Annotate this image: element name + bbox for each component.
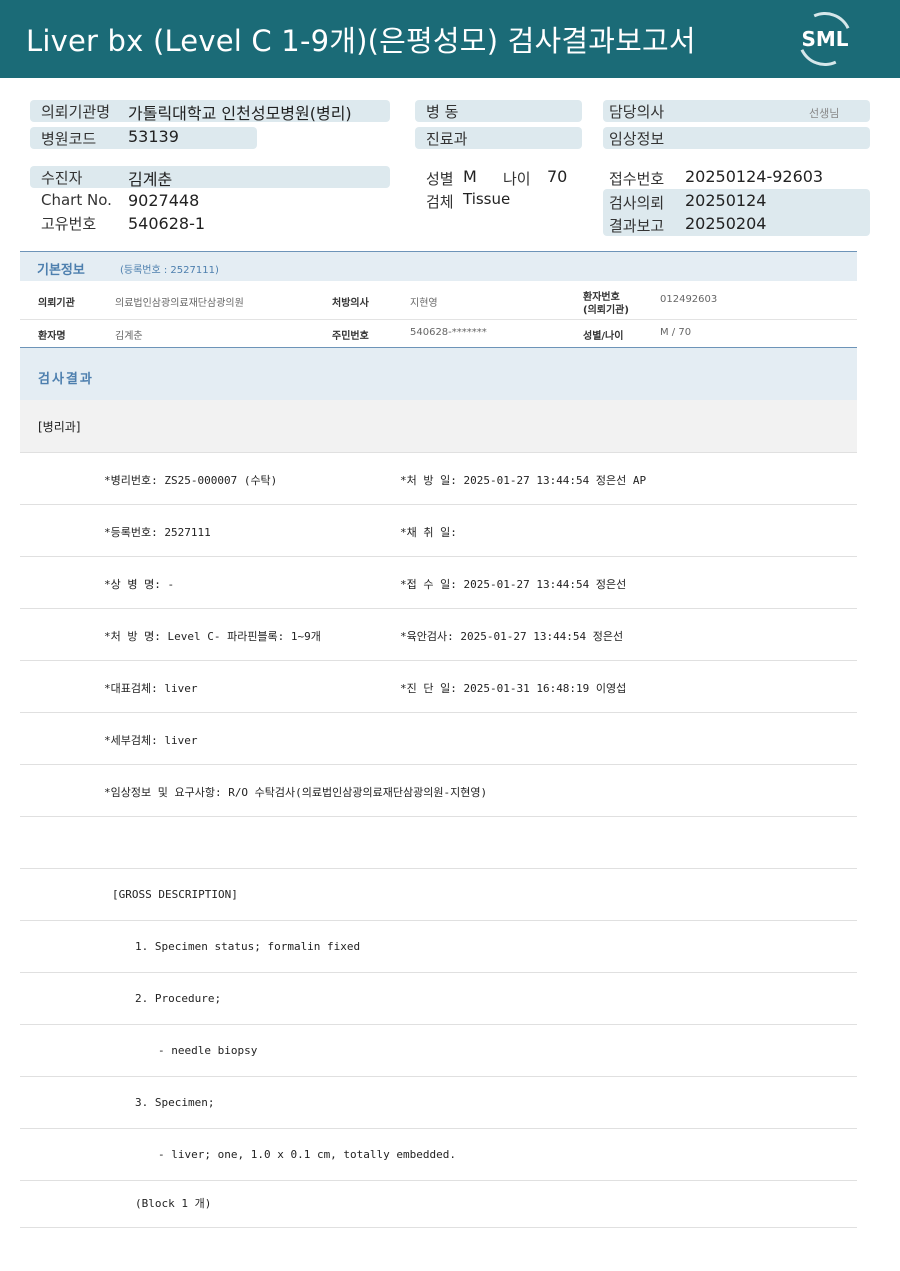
specimen-value: Tissue	[463, 190, 511, 208]
result-cell-left: *대표검체: liver	[104, 682, 198, 695]
inst-val: 의료법인삼광의료재단삼광의원	[115, 298, 244, 309]
receipt-value: 20250124-92603	[685, 167, 824, 186]
gross-line: (Block 1 개)	[135, 1197, 212, 1210]
specimen-label: 검체	[426, 193, 454, 211]
rrn-val: 540628-*******	[410, 327, 487, 338]
gross-row: - liver; one, 1.0 x 0.1 cm, totally embe…	[20, 1129, 857, 1181]
basic-info-title: 기본정보	[37, 263, 85, 278]
basic-info-reg-no: (등록번호 : 2527111)	[120, 265, 219, 276]
inst-key: 의뢰기관	[38, 298, 75, 309]
clinical-info-label: 임상정보	[609, 130, 665, 148]
name-val: 김계춘	[115, 331, 143, 342]
department-name: [병리과]	[38, 420, 81, 434]
hospital-code-label: 병원코드	[41, 130, 97, 148]
age-value: 70	[547, 167, 568, 186]
institution-value: 가톨릭대학교 인천성모병원(병리)	[128, 104, 352, 123]
patient-pill	[30, 166, 390, 188]
patient-label: 수진자	[41, 169, 83, 187]
gross-row: 1. Specimen status; formalin fixed	[20, 921, 857, 973]
result-cell-left: *세부검체: liver	[104, 734, 198, 747]
sex-label: 성별	[426, 170, 454, 188]
result-cell-right: *채 취 일:	[400, 526, 457, 539]
result-row-empty	[20, 817, 857, 869]
unique-no-label: 고유번호	[41, 215, 97, 233]
result-row: *대표검체: liver *진 단 일: 2025-01-31 16:48:19…	[20, 661, 857, 713]
sexage-val: M / 70	[660, 327, 692, 338]
report-date-label: 결과보고	[609, 217, 665, 235]
gross-row: (Block 1 개)	[20, 1181, 857, 1228]
presc-val: 지현영	[410, 298, 438, 309]
result-cell-left: *처 방 명: Level C- 파라핀블록: 1~9개	[104, 630, 321, 643]
gross-line: 2. Procedure;	[135, 992, 222, 1005]
age-label: 나이	[503, 170, 531, 188]
report-header: Liver bx (Level C 1-9개)(은평성모) 검사결과보고서 SM…	[0, 0, 900, 78]
department-row: [병리과]	[20, 400, 857, 453]
results-header: 검사결과	[20, 347, 857, 400]
result-cell-left: *임상정보 및 요구사항: R/O 수탁검사(의료법인삼광의료재단삼광의원-지현…	[104, 786, 488, 799]
chart-no-label: Chart No.	[41, 191, 112, 209]
gross-row: 2. Procedure;	[20, 973, 857, 1025]
result-cell-left: *등록번호: 2527111	[104, 526, 211, 539]
ptno-key-2: (의뢰기관)	[583, 305, 629, 316]
result-cell-right: *육안검사: 2025-01-27 13:44:54 정은선	[400, 630, 624, 643]
result-cell-left: *병리번호: ZS25-000007 (수탁)	[104, 474, 278, 487]
result-cell-right: *처 방 일: 2025-01-27 13:44:54 정은선 AP	[400, 474, 647, 487]
request-value: 20250124	[685, 191, 767, 210]
sml-logo: SML	[790, 4, 860, 74]
institution-label: 의뢰기관명	[41, 103, 111, 121]
result-row: *처 방 명: Level C- 파라핀블록: 1~9개 *육안검사: 2025…	[20, 609, 857, 661]
basic-info-header: 기본정보 (등록번호 : 2527111)	[20, 251, 857, 281]
chart-no-value: 9027448	[128, 191, 200, 210]
gross-line: - needle biopsy	[158, 1044, 258, 1057]
name-key: 환자명	[38, 331, 66, 342]
unique-no-value: 540628-1	[128, 214, 206, 233]
patient-name: 김계춘	[128, 170, 173, 189]
gross-line: - liver; one, 1.0 x 0.1 cm, totally embe…	[158, 1148, 457, 1161]
ward-label: 병 동	[426, 103, 459, 121]
result-row: *병리번호: ZS25-000007 (수탁) *처 방 일: 2025-01-…	[20, 453, 857, 505]
sex-value: M	[463, 167, 477, 186]
rrn-key: 주민번호	[332, 331, 369, 342]
result-row: *세부검체: liver	[20, 713, 857, 765]
doctor-label: 담당의사	[609, 103, 665, 121]
ptno-val: 012492603	[660, 294, 718, 305]
presc-key: 처방의사	[332, 298, 369, 309]
gross-row: 3. Specimen;	[20, 1077, 857, 1129]
report-title: Liver bx (Level C 1-9개)(은평성모) 검사결과보고서	[26, 24, 696, 58]
department-label: 진료과	[426, 130, 468, 148]
result-row: *임상정보 및 요구사항: R/O 수탁검사(의료법인삼광의료재단삼광의원-지현…	[20, 765, 857, 817]
hospital-code-value: 53139	[128, 127, 179, 146]
gross-row: [GROSS DESCRIPTION]	[20, 869, 857, 921]
request-label: 검사의뢰	[609, 194, 665, 212]
doctor-suffix: 선생님	[809, 107, 840, 120]
result-row: *등록번호: 2527111 *채 취 일:	[20, 505, 857, 557]
result-cell-right: *진 단 일: 2025-01-31 16:48:19 이영섭	[400, 682, 627, 695]
sexage-key: 성별/나이	[583, 331, 624, 342]
result-cell-right: *접 수 일: 2025-01-27 13:44:54 정은선	[400, 578, 627, 591]
basic-info-divider	[20, 319, 857, 320]
result-cell-left: *상 병 명: -	[104, 578, 175, 591]
gross-line: 3. Specimen;	[135, 1096, 215, 1109]
logo-text: SML	[801, 27, 849, 51]
report-date-value: 20250204	[685, 214, 767, 233]
results-title: 검사결과	[38, 372, 94, 387]
receipt-label: 접수번호	[609, 170, 665, 188]
gross-row: - needle biopsy	[20, 1025, 857, 1077]
gross-title: [GROSS DESCRIPTION]	[112, 888, 238, 901]
result-row: *상 병 명: - *접 수 일: 2025-01-27 13:44:54 정은…	[20, 557, 857, 609]
gross-line: 1. Specimen status; formalin fixed	[135, 940, 361, 953]
